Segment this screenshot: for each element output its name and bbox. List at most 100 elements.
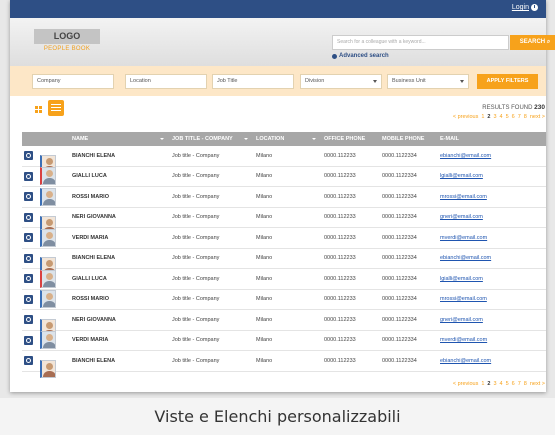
table-row[interactable]: GIALLI LUCA Job title - Company Milano 0000… bbox=[22, 269, 546, 290]
column-header-name[interactable]: NAME bbox=[68, 132, 172, 146]
zoom-icon[interactable] bbox=[24, 151, 33, 161]
column-header-mobile-phone[interactable]: MOBILE PHONE bbox=[382, 132, 440, 146]
person-name[interactable]: GIALLI LUCA bbox=[68, 173, 172, 179]
email-link[interactable]: mrossi@email.com bbox=[440, 194, 487, 200]
page-link-current[interactable]: 2 bbox=[487, 114, 490, 120]
table-row[interactable]: VERDI MARIA Job title - Company Milano 0000… bbox=[22, 228, 546, 249]
location-filter[interactable]: Location bbox=[125, 74, 207, 89]
email-link[interactable]: ebianchi@email.com bbox=[440, 358, 491, 364]
business-unit-select-label[interactable]: Business Unit bbox=[392, 78, 426, 84]
page-link[interactable]: 5 bbox=[506, 114, 509, 120]
person-name[interactable]: BIANCHI ELENA bbox=[68, 153, 172, 159]
person-name[interactable]: NERI GIOVANNA bbox=[68, 317, 172, 323]
page-link[interactable]: 3 bbox=[493, 381, 496, 387]
page-link[interactable]: 6 bbox=[512, 114, 515, 120]
table-row[interactable]: BIANCHI ELENA Job title - Company Milano 00… bbox=[22, 351, 546, 378]
pagination-previous[interactable]: < previous bbox=[453, 381, 479, 387]
page-link[interactable]: 3 bbox=[493, 114, 496, 120]
table-row[interactable]: GIALLI LUCA Job title - Company Milano 0000… bbox=[22, 167, 546, 187]
office-phone: 0000.112233 bbox=[324, 337, 356, 344]
table-row[interactable]: BIANCHI ELENA Job title - Company Milano 00… bbox=[22, 146, 546, 173]
zoom-icon[interactable] bbox=[24, 212, 33, 222]
email-link[interactable]: gneri@email.com bbox=[440, 317, 483, 323]
zoom-icon[interactable] bbox=[24, 315, 33, 325]
person-name[interactable]: GIALLI LUCA bbox=[68, 276, 172, 282]
pagination-previous[interactable]: < previous bbox=[453, 114, 479, 120]
email-link[interactable]: mrossi@email.com bbox=[440, 296, 487, 302]
page-link-current[interactable]: 2 bbox=[487, 381, 490, 387]
person-name[interactable]: VERDI MARIA bbox=[68, 235, 172, 241]
login-link[interactable]: Login bbox=[512, 4, 538, 11]
office-phone: 0000.112233 bbox=[324, 316, 356, 323]
zoom-icon[interactable] bbox=[24, 233, 33, 243]
avatar bbox=[40, 269, 56, 288]
business-unit-select[interactable]: Business Unit bbox=[387, 74, 469, 89]
person-name[interactable]: ROSSI MARIO bbox=[68, 194, 172, 200]
page-link[interactable]: 7 bbox=[518, 381, 521, 387]
chevron-down-icon bbox=[373, 80, 377, 83]
results-label: RESULTS FOUND bbox=[482, 105, 533, 111]
location: Milano bbox=[256, 214, 273, 221]
zoom-icon[interactable] bbox=[24, 335, 33, 345]
page-link[interactable]: 8 bbox=[524, 114, 527, 120]
person-name[interactable]: NERI GIOVANNA bbox=[68, 214, 172, 220]
zoom-icon[interactable] bbox=[24, 192, 33, 202]
job-title-filter[interactable]: Job Title bbox=[212, 74, 294, 89]
person-name[interactable]: ROSSI MARIO bbox=[68, 296, 172, 302]
column-header-job[interactable]: JOB TITLE - COMPANY bbox=[172, 132, 256, 146]
column-header-email[interactable]: E-MAIL bbox=[440, 132, 546, 146]
search-button[interactable]: SEARCH ⌕ bbox=[510, 35, 555, 50]
search-button-label[interactable]: SEARCH bbox=[520, 39, 545, 45]
table-row[interactable]: VERDI MARIA Job title - Company Milano 0000… bbox=[22, 331, 546, 351]
page-link[interactable]: 5 bbox=[506, 381, 509, 387]
email-link[interactable]: gneri@email.com bbox=[440, 214, 483, 220]
table-row[interactable]: ROSSI MARIO Job title - Company Milano 0000… bbox=[22, 187, 546, 208]
division-select[interactable]: Division bbox=[300, 74, 382, 89]
grid-view-icon[interactable] bbox=[32, 103, 46, 116]
page-link[interactable]: 1 bbox=[481, 114, 484, 120]
table-row[interactable]: ROSSI MARIO Job title - Company Milano 0000… bbox=[22, 290, 546, 310]
division-select-label[interactable]: Division bbox=[305, 78, 324, 84]
email-link[interactable]: mverdi@email.com bbox=[440, 235, 487, 241]
column-header-label[interactable]: LOCATION bbox=[256, 136, 284, 142]
zoom-icon[interactable] bbox=[24, 356, 33, 366]
zoom-icon[interactable] bbox=[24, 171, 33, 181]
page-link[interactable]: 8 bbox=[524, 381, 527, 387]
page-link[interactable]: 4 bbox=[500, 114, 503, 120]
table-row[interactable]: NERI GIOVANNA Job title - Company Milano 00… bbox=[22, 310, 546, 337]
column-header-location[interactable]: LOCATION bbox=[256, 132, 324, 146]
advanced-search-label[interactable]: Advanced search bbox=[339, 53, 389, 59]
email-link[interactable]: lgialli@email.com bbox=[440, 173, 483, 179]
pagination-next[interactable]: next > bbox=[530, 381, 545, 387]
page-link[interactable]: 4 bbox=[500, 381, 503, 387]
column-header-label[interactable]: JOB TITLE - COMPANY bbox=[172, 136, 233, 142]
email-link[interactable]: ebianchi@email.com bbox=[440, 255, 491, 261]
mobile-phone: 0000.1122334 bbox=[382, 255, 417, 262]
advanced-search-link[interactable]: Advanced search bbox=[332, 53, 389, 59]
table-row[interactable]: NERI GIOVANNA Job title - Company Milano 00… bbox=[22, 208, 546, 235]
email-link[interactable]: lgialli@email.com bbox=[440, 276, 483, 282]
apply-filters-button[interactable]: APPLY FILTERS bbox=[477, 74, 538, 89]
zoom-icon[interactable] bbox=[24, 253, 33, 263]
pagination-next[interactable]: next > bbox=[530, 114, 545, 120]
office-phone: 0000.112233 bbox=[324, 214, 356, 221]
list-view-icon[interactable] bbox=[48, 100, 64, 116]
location: Milano bbox=[256, 255, 273, 262]
page-link[interactable]: 6 bbox=[512, 381, 515, 387]
column-header-office-phone[interactable]: OFFICE PHONE bbox=[324, 132, 382, 146]
person-name[interactable]: VERDI MARIA bbox=[68, 337, 172, 343]
column-header-label[interactable]: NAME bbox=[72, 136, 88, 142]
zoom-icon[interactable] bbox=[24, 294, 33, 304]
search-input[interactable]: Search for a colleague with a keyword... bbox=[332, 35, 509, 50]
pagination-top: < previous 1 2 3 4 5 6 7 8 next > bbox=[453, 114, 545, 120]
email-link[interactable]: mverdi@email.com bbox=[440, 337, 487, 343]
table-row[interactable]: BIANCHI ELENA Job title - Company Milano 00… bbox=[22, 249, 546, 276]
person-name[interactable]: BIANCHI ELENA bbox=[68, 358, 172, 364]
page-link[interactable]: 1 bbox=[481, 381, 484, 387]
page-link[interactable]: 7 bbox=[518, 114, 521, 120]
email-link[interactable]: ebianchi@email.com bbox=[440, 153, 491, 159]
zoom-icon[interactable] bbox=[24, 274, 33, 284]
person-name[interactable]: BIANCHI ELENA bbox=[68, 255, 172, 261]
login-label[interactable]: Login bbox=[512, 4, 529, 11]
company-filter[interactable]: Company bbox=[32, 74, 114, 89]
